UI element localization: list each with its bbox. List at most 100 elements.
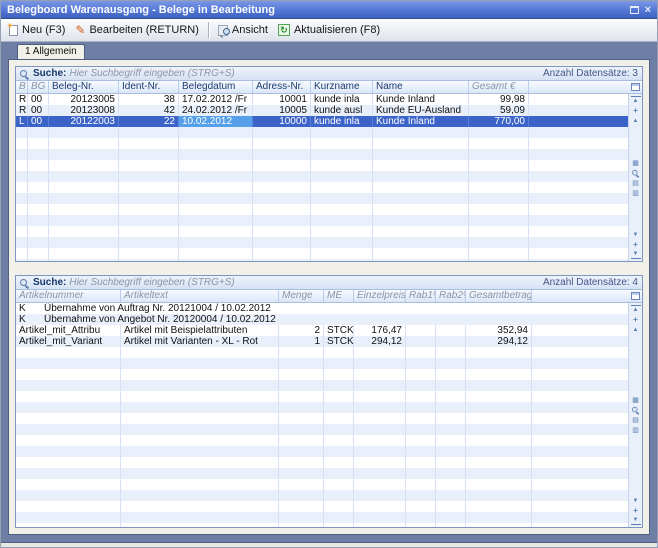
column-header-artikelnummer[interactable]: Artikelnummer (16, 290, 121, 302)
cell[interactable]: Kunde Inland (373, 116, 469, 127)
cell[interactable]: 20122003 (49, 116, 119, 127)
column-header-adress-nr[interactable]: Adress-Nr. (253, 81, 311, 93)
cell[interactable]: 770,00 (469, 116, 529, 127)
note-row[interactable]: KÜbernahme von Angebot Nr. 20120004 / 10… (16, 314, 628, 325)
view-button[interactable]: Ansicht (213, 22, 273, 38)
page-up-icon[interactable]: + (631, 106, 641, 115)
column-header-gesamtbetrag[interactable]: Gesamtbetrag (466, 290, 532, 302)
cell[interactable]: R (16, 94, 28, 105)
bookmark-icon[interactable]: ▥ (631, 188, 641, 197)
cell[interactable]: Kunde Inland (373, 94, 469, 105)
cell[interactable]: 2 (279, 325, 324, 336)
table-row[interactable]: L00201220032210.02.201210000kunde inlaKu… (16, 116, 628, 127)
table-row[interactable]: R00201230053817.02.2012 /Fr10001kunde in… (16, 94, 628, 105)
cell[interactable]: 10001 (253, 94, 311, 105)
cell[interactable]: 00 (28, 105, 49, 116)
cell[interactable]: 20123005 (49, 94, 119, 105)
scroll-to-bottom-icon[interactable]: ▼ (631, 250, 641, 259)
column-customize-icon[interactable]: ▦ (631, 396, 641, 405)
page-up-icon[interactable]: + (631, 315, 641, 324)
cell[interactable]: 00 (28, 94, 49, 105)
cell[interactable]: STCK (324, 325, 354, 336)
close-button[interactable]: × (645, 5, 651, 15)
cell[interactable]: 99,98 (469, 94, 529, 105)
column-header-einzelpreis[interactable]: Einzelpreis (354, 290, 406, 302)
scroll-down-icon[interactable]: ▼ (631, 496, 641, 505)
column-header-belegdatum[interactable]: Belegdatum (179, 81, 253, 93)
filter-icon[interactable]: ▤ (631, 178, 641, 187)
column-header-rab2[interactable]: Rab2% (436, 290, 466, 302)
empty-cell (179, 204, 253, 215)
scroll-up-icon[interactable]: ▲ (631, 116, 641, 125)
search-mini-icon[interactable] (631, 168, 641, 177)
cell[interactable]: 00 (28, 116, 49, 127)
column-header-beleg-nr[interactable]: Beleg-Nr. (49, 81, 119, 93)
cell[interactable] (406, 325, 436, 336)
table-row[interactable]: R00201230084224.02.2012 /Fr10005kunde au… (16, 105, 628, 116)
search-bar[interactable]: Suche:Hier Suchbegriff eingeben (STRG+S)… (16, 276, 642, 290)
cell[interactable]: 294,12 (466, 336, 532, 347)
edit-button[interactable]: ✎ Bearbeiten (RETURN) (70, 22, 203, 38)
cell[interactable]: Artikel_mit_Attribu (16, 325, 121, 336)
column-header-ident-nr[interactable]: Ident-Nr. (119, 81, 179, 93)
search-bar[interactable]: Suche:Hier Suchbegriff eingeben (STRG+S)… (16, 67, 642, 81)
cell[interactable]: 1 (279, 336, 324, 347)
cell[interactable]: 176,47 (354, 325, 406, 336)
cell[interactable]: 22 (119, 116, 179, 127)
note-row[interactable]: KÜbernahme von Auftrag Nr. 20121004 / 10… (16, 303, 628, 314)
page-down-icon[interactable]: + (631, 506, 641, 515)
scroll-to-bottom-icon[interactable]: ▼ (631, 516, 641, 525)
cell[interactable]: 17.02.2012 /Fr (179, 94, 253, 105)
cell[interactable]: 10005 (253, 105, 311, 116)
cell[interactable]: Artikel mit Varianten - XL - Rot (121, 336, 279, 347)
titlebar[interactable]: Belegboard Warenausgang - Belege in Bear… (1, 1, 657, 19)
column-chooser-button[interactable] (628, 81, 642, 93)
cell[interactable]: 38 (119, 94, 179, 105)
cell[interactable]: 10.02.2012 (179, 116, 253, 127)
column-header-bg[interactable]: BG (28, 81, 49, 93)
cell[interactable]: kunde inla (311, 116, 373, 127)
cell[interactable]: 10000 (253, 116, 311, 127)
table-row[interactable]: Artikel_mit_AttribuArtikel mit Beispiela… (16, 325, 628, 336)
tab-allgemein[interactable]: 1 Allgemein (17, 44, 85, 59)
bookmark-icon[interactable]: ▥ (631, 426, 641, 435)
scroll-down-icon[interactable]: ▼ (631, 230, 641, 239)
cell[interactable]: kunde ausl (311, 105, 373, 116)
scroll-to-top-icon[interactable]: ▲ (631, 305, 641, 314)
column-header-kurzname[interactable]: Kurzname (311, 81, 373, 93)
column-customize-icon[interactable]: ▦ (631, 158, 641, 167)
column-header-me[interactable]: ME (324, 290, 354, 302)
table-row[interactable]: Artikel_mit_VariantArtikel mit Varianten… (16, 336, 628, 347)
cell[interactable]: 352,94 (466, 325, 532, 336)
column-header-rab1[interactable]: Rab1% (406, 290, 436, 302)
refresh-button[interactable]: ↻ Aktualisieren (F8) (273, 22, 385, 38)
scroll-to-top-icon[interactable]: ▲ (631, 96, 641, 105)
column-header-menge[interactable]: Menge (279, 290, 324, 302)
cell[interactable]: 42 (119, 105, 179, 116)
filter-icon[interactable]: ▤ (631, 416, 641, 425)
cell[interactable]: 294,12 (354, 336, 406, 347)
cell[interactable]: 24.02.2012 /Fr (179, 105, 253, 116)
cell[interactable] (406, 336, 436, 347)
cell[interactable]: L (16, 116, 28, 127)
column-header-name[interactable]: Name (373, 81, 469, 93)
column-chooser-button[interactable] (628, 290, 642, 302)
cell[interactable]: Kunde EU-Ausland (373, 105, 469, 116)
new-button[interactable]: Neu (F3) (4, 22, 70, 38)
cell[interactable]: STCK (324, 336, 354, 347)
cell[interactable] (436, 325, 466, 336)
column-header-artikeltext[interactable]: Artikeltext (121, 290, 279, 302)
cell[interactable]: Artikel mit Beispielattributen (121, 325, 279, 336)
cell[interactable]: R (16, 105, 28, 116)
restore-button[interactable] (630, 6, 639, 14)
scroll-up-icon[interactable]: ▲ (631, 325, 641, 334)
page-down-icon[interactable]: + (631, 240, 641, 249)
cell[interactable]: Artikel_mit_Variant (16, 336, 121, 347)
column-header-b[interactable]: B (16, 81, 28, 93)
search-mini-icon[interactable] (631, 406, 641, 415)
column-header-gesamt[interactable]: Gesamt € (469, 81, 529, 93)
cell[interactable]: 59,09 (469, 105, 529, 116)
cell[interactable]: 20123008 (49, 105, 119, 116)
cell[interactable]: kunde inla (311, 94, 373, 105)
cell[interactable] (436, 336, 466, 347)
